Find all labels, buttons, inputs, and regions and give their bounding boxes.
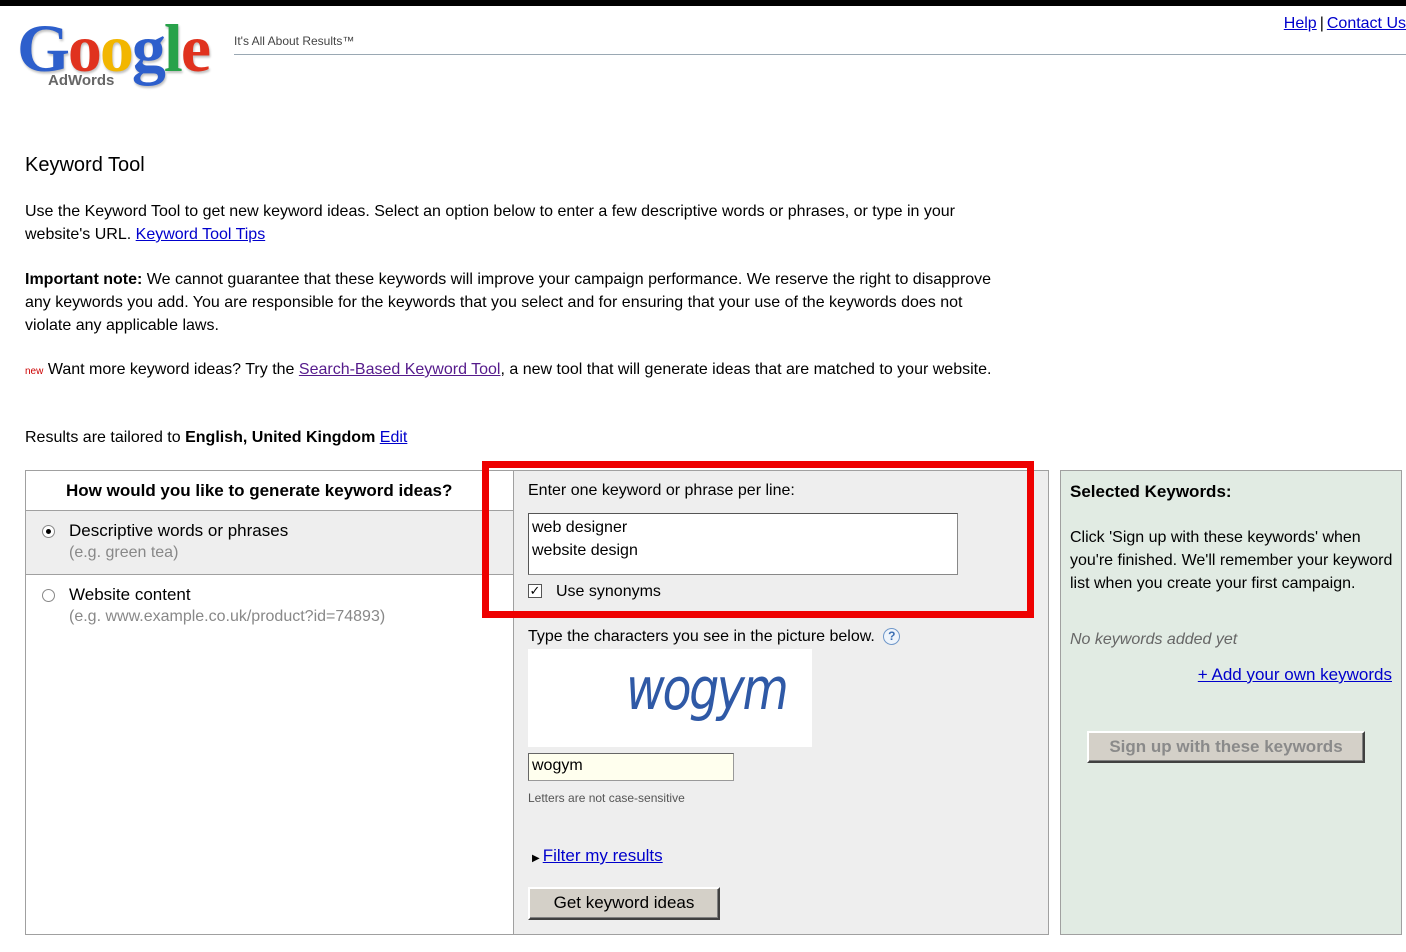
new-badge: new <box>25 366 44 377</box>
captcha-image: wogym <box>528 649 812 747</box>
top-links: Help | Contact Us <box>1284 15 1406 33</box>
generation-method-panel: How would you like to generate keyword i… <box>25 470 514 935</box>
promo-text-after: , a new tool that will generate ideas th… <box>500 361 992 378</box>
selected-keywords-title: Selected Keywords: <box>1070 482 1232 501</box>
website-content-radio[interactable] <box>42 589 55 602</box>
search-based-keyword-tool-link[interactable]: Search-Based Keyword Tool <box>299 361 501 378</box>
selected-keywords-panel: Selected Keywords: Click 'Sign up with t… <box>1060 470 1402 935</box>
important-note-text: We cannot guarantee that these keywords … <box>25 271 992 334</box>
tagline: It's All About Results™ <box>234 34 355 48</box>
filter-my-results-link[interactable]: Filter my results <box>543 846 663 865</box>
intro-paragraph: Use the Keyword Tool to get new keyword … <box>25 200 995 246</box>
google-adwords-logo[interactable]: Google AdWords <box>17 14 227 94</box>
help-icon[interactable]: ? <box>883 628 901 645</box>
descriptive-words-label[interactable]: Descriptive words or phrases <box>69 521 513 541</box>
logo-adwords-text: AdWords <box>48 72 115 89</box>
top-border <box>0 0 1406 6</box>
option-descriptive-words[interactable]: Descriptive words or phrases (e.g. green… <box>26 511 513 575</box>
tailored-results-paragraph: Results are tailored to English, United … <box>25 426 995 449</box>
captcha-instruction-text: Type the characters you see in the pictu… <box>528 628 875 645</box>
keyword-tool-tips-link[interactable]: Keyword Tool Tips <box>136 226 266 243</box>
generation-method-heading: How would you like to generate keyword i… <box>26 471 513 511</box>
descriptive-words-radio[interactable] <box>42 525 55 538</box>
important-note-label: Important note: <box>25 271 143 288</box>
highlight-box <box>482 461 1034 618</box>
get-keyword-ideas-button[interactable]: Get keyword ideas <box>528 887 720 920</box>
edit-language-link[interactable]: Edit <box>380 429 408 446</box>
website-content-example: (e.g. www.example.co.uk/product?id=74893… <box>69 608 386 625</box>
filter-toggle[interactable]: ▶ Filter my results <box>532 846 663 866</box>
language-region: English, United Kingdom <box>185 429 376 446</box>
header-divider <box>234 54 1406 55</box>
page-title: Keyword Tool <box>25 154 145 176</box>
promo-text-before: Want more keyword ideas? Try the <box>47 361 295 378</box>
captcha-input[interactable]: wogym <box>528 753 734 781</box>
sign-up-keywords-button[interactable]: Sign up with these keywords <box>1087 731 1365 763</box>
link-separator: | <box>1319 15 1324 32</box>
captcha-characters: wogym <box>626 655 789 723</box>
option-website-content[interactable]: Website content (e.g. www.example.co.uk/… <box>26 575 513 626</box>
tailored-text: Results are tailored to <box>25 429 181 446</box>
add-own-keywords-link[interactable]: + Add your own keywords <box>1198 665 1392 685</box>
selected-keywords-instructions: Click 'Sign up with these keywords' when… <box>1070 529 1393 592</box>
captcha-instruction: Type the characters you see in the pictu… <box>528 628 901 646</box>
no-keywords-text: No keywords added yet <box>1070 631 1238 648</box>
contact-us-link[interactable]: Contact Us <box>1327 15 1406 32</box>
triangle-right-icon: ▶ <box>532 853 540 864</box>
case-sensitivity-note: Letters are not case-sensitive <box>528 791 685 805</box>
help-link[interactable]: Help <box>1284 15 1317 32</box>
descriptive-words-example: (e.g. green tea) <box>69 544 179 561</box>
search-based-tool-paragraph: new Want more keyword ideas? Try the Sea… <box>25 358 995 383</box>
important-note-paragraph: Important note: We cannot guarantee that… <box>25 268 995 337</box>
website-content-label[interactable]: Website content <box>69 585 513 605</box>
